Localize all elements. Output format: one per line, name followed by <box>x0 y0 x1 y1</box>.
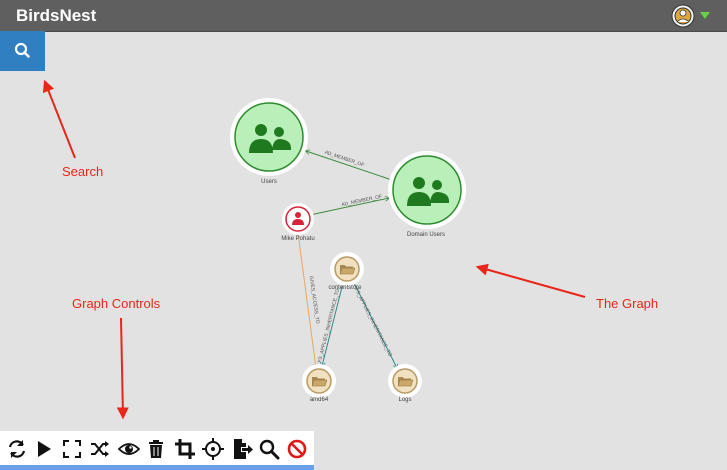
play-button[interactable] <box>33 438 55 460</box>
annotation-arrow-the-graph <box>475 263 586 298</box>
refresh-icon <box>8 440 26 458</box>
node-logs[interactable]: Logs <box>388 364 422 403</box>
trash-icon <box>149 440 163 458</box>
node-label: amd64 <box>310 397 329 403</box>
annotation-graph-controls: Graph Controls <box>72 296 161 311</box>
eye-icon <box>117 443 141 455</box>
find-button[interactable] <box>258 438 280 460</box>
annotation-the-graph: The Graph <box>596 296 659 311</box>
node-amd64[interactable]: amd64 <box>302 364 336 403</box>
edge-mike-domain[interactable]: AD_MEMBER_OF <box>309 194 389 216</box>
node-label: contentstore <box>328 285 362 291</box>
edge-mike-amd64[interactable]: GIVES_ACCESS_TO <box>297 232 320 368</box>
node-label: Users <box>261 179 277 185</box>
node-users[interactable]: Users <box>230 98 308 185</box>
graph-canvas[interactable]: AD_MEMBER_OF AD_MEMBER_OF GIVES_ACCESS_T… <box>0 0 727 470</box>
search-icon <box>259 439 280 460</box>
edge-contentstore-logs[interactable]: FS_APPLIES_INHERITANCE_TO <box>353 282 397 368</box>
play-icon <box>38 441 51 457</box>
graph-controls-toolbar <box>0 431 314 470</box>
fit-screen-button[interactable] <box>61 438 83 460</box>
shuffle-icon <box>91 441 109 457</box>
edge-contentstore-amd64[interactable]: FS_APPLIES_INHERITANCE_TO <box>317 282 344 366</box>
node-mike-pohatu[interactable]: Mike Pohatu <box>281 203 315 242</box>
no-entry-icon <box>287 439 307 459</box>
refresh-button[interactable] <box>6 438 28 460</box>
edge-label: FS_APPLIES_INHERITANCE_TO <box>317 288 341 363</box>
node-contentstore[interactable]: contentstore <box>328 252 364 291</box>
node-domain-users[interactable]: Domain Users <box>388 151 466 238</box>
export-button[interactable] <box>231 438 253 460</box>
delete-button[interactable] <box>145 438 167 460</box>
edge-label: FS_APPLIES_INHERITANCE_TO <box>353 287 393 357</box>
view-button[interactable] <box>117 438 141 460</box>
crosshair-icon <box>202 438 224 460</box>
annotation-arrow-graph-controls <box>116 317 129 420</box>
crop-button[interactable] <box>174 438 196 460</box>
node-label: Domain Users <box>407 232 445 238</box>
shuffle-button[interactable] <box>89 438 111 460</box>
node-label: Logs <box>398 397 411 403</box>
export-icon <box>234 439 253 459</box>
clear-button[interactable] <box>286 438 308 460</box>
annotation-arrow-search <box>42 79 76 159</box>
fit-screen-icon <box>63 440 81 458</box>
crop-icon <box>175 439 195 459</box>
node-label: Mike Pohatu <box>281 236 314 242</box>
annotation-search: Search <box>62 164 104 179</box>
center-button[interactable] <box>202 438 224 460</box>
edge-users-domain[interactable]: AD_MEMBER_OF <box>306 150 393 181</box>
